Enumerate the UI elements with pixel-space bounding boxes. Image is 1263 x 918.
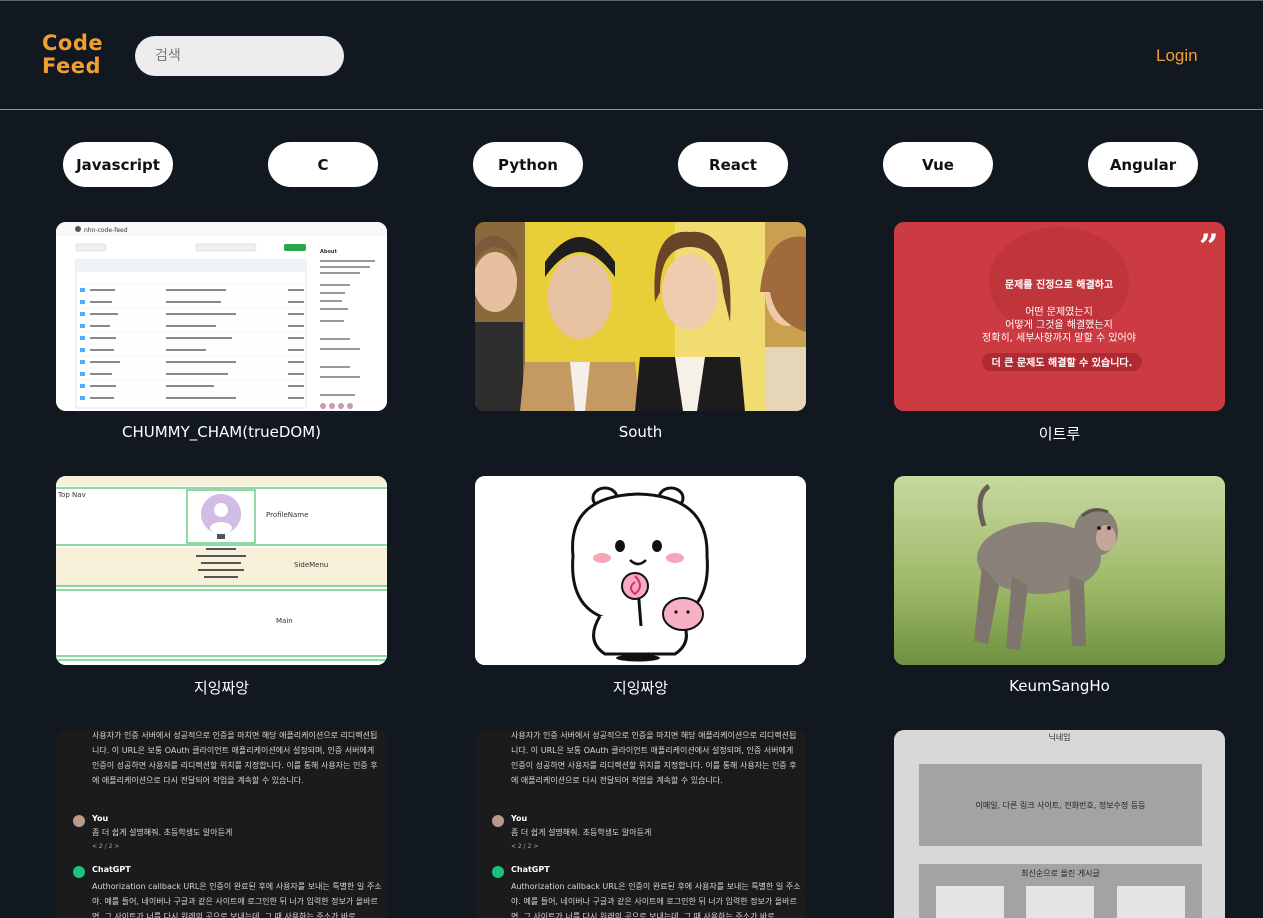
post-author: KeumSangHo: [1009, 677, 1110, 695]
post-card[interactable]: 닉네임 이메일, 다른 링크 사이트, 전화번호, 정보수정 등등 최신순으로 …: [894, 730, 1225, 918]
post-card[interactable]: South: [475, 222, 806, 441]
tag-filter-bar: Javascript C Python React Vue Angular: [0, 142, 1263, 188]
post-thumbnail-quote: ” 문제를 진정으로 해결하고 어떤 문제였는지 어떻게 그것을 해결했는지 정…: [894, 222, 1225, 411]
post-card[interactable]: 사용자가 인증 서버에서 성공적으로 인증을 마치면 해당 애플리케이션으로 리…: [475, 730, 806, 918]
tag-javascript[interactable]: Javascript: [63, 142, 173, 187]
you-message: 좀 더 쉽게 설명해줘. 초등학생도 알아듣게: [511, 828, 652, 837]
profile-layout-image: Top Nav ProfileName SideMenu Main: [56, 476, 387, 665]
quote-line-3: 어떻게 그것을 해결했는지: [1005, 318, 1113, 331]
post-thumbnail-wireframe: Top Nav ProfileName SideMenu Main: [56, 476, 387, 665]
search-input[interactable]: [135, 36, 344, 76]
post-card[interactable]: 지잉짜앙: [475, 476, 806, 698]
tag-python[interactable]: Python: [473, 142, 583, 187]
post-thumbnail-photo: [475, 222, 806, 411]
you-message: 좀 더 쉽게 설명해줘. 초등학생도 알아듣게: [92, 828, 233, 837]
wire-info-box: 이메일, 다른 링크 사이트, 전화번호, 정보수정 등등: [919, 764, 1202, 846]
post-author: 지잉짜앙: [193, 679, 250, 697]
chatgpt-icon: [73, 866, 85, 878]
post-thumbnail-mypage-wire: 닉네임 이메일, 다른 링크 사이트, 전화번호, 정보수정 등등 최신순으로 …: [894, 730, 1225, 918]
quote-line-1: 문제를 진정으로 해결하고: [1005, 278, 1113, 291]
wire-main: Main: [276, 617, 293, 625]
github-screenshot-image: nhn-code-feed About: [56, 222, 387, 411]
logo-line-1: Code: [42, 31, 104, 55]
post-thumbnail-chat: 사용자가 인증 서버에서 성공적으로 인증을 마치면 해당 애플리케이션으로 리…: [475, 730, 806, 918]
wire-top-nav: Top Nav: [57, 491, 86, 499]
quote-line-2: 어떤 문제였는지: [1025, 306, 1093, 318]
user-avatar: [492, 815, 504, 827]
app-header: Code Feed Login: [0, 1, 1263, 110]
chatgpt-icon: [492, 866, 504, 878]
message-pager: < 2 / 2 >: [511, 843, 539, 850]
post-card[interactable]: nhn-code-feed About CHUMMY_CHAM(trueDOM): [56, 222, 387, 441]
chatgpt-label: ChatGPT: [511, 865, 550, 874]
about-heading: About: [320, 249, 337, 255]
wire-recent-label: 최신순으로 올린 게시글: [1021, 869, 1100, 878]
message-pager: < 2 / 2 >: [92, 843, 120, 850]
you-label: You: [92, 814, 109, 823]
chatgpt-label: ChatGPT: [92, 865, 131, 874]
post-card[interactable]: ” 문제를 진정으로 해결하고 어떤 문제였는지 어떻게 그것을 해결했는지 정…: [894, 222, 1225, 444]
post-card[interactable]: Top Nav ProfileName SideMenu Main 지잉짜앙: [56, 476, 387, 698]
post-thumbnail-monkey: [894, 476, 1225, 665]
quote-line-5: 더 큰 문제도 해결할 수 있습니다.: [992, 356, 1133, 369]
chat-answer-text: 사용자가 인증 서버에서 성공적으로 인증을 마치면 해당 애플리케이션으로 리…: [511, 731, 797, 785]
wire-side-menu: SideMenu: [294, 561, 328, 569]
tag-angular[interactable]: Angular: [1088, 142, 1198, 187]
post-thumbnail-cartoon: [475, 476, 806, 665]
repo-name: nhn-code-feed: [84, 227, 128, 234]
quote-mark-icon: ”: [1199, 227, 1219, 267]
post-thumbnail-github: nhn-code-feed About: [56, 222, 387, 411]
wire-recent-item: [1026, 886, 1094, 918]
post-thumbnail-chat: 사용자가 인증 서버에서 성공적으로 인증을 마치면 해당 애플리케이션으로 리…: [56, 730, 387, 918]
logo[interactable]: Code Feed: [42, 32, 103, 78]
wire-profile-name: ProfileName: [266, 511, 308, 519]
post-author: 이트루: [1038, 425, 1081, 443]
chatgpt-message: Authorization callback URL은 인증이 완료된 후에 사…: [511, 882, 801, 918]
monkey-photo-image: [894, 476, 1225, 665]
tag-vue[interactable]: Vue: [883, 142, 993, 187]
wire-recent-item: [936, 886, 1004, 918]
group-photo-image: [475, 222, 806, 411]
wire-nickname: 닉네임: [1048, 733, 1071, 742]
tag-c[interactable]: C: [268, 142, 378, 187]
quote-slide-image: ” 문제를 진정으로 해결하고 어떤 문제였는지 어떻게 그것을 해결했는지 정…: [894, 222, 1225, 411]
logo-line-2: Feed: [42, 54, 102, 78]
post-card[interactable]: 사용자가 인증 서버에서 성공적으로 인증을 마치면 해당 애플리케이션으로 리…: [56, 730, 387, 918]
cartoon-character-image: [475, 476, 806, 665]
post-author: CHUMMY_CHAM(trueDOM): [121, 423, 322, 441]
post-author: South: [618, 423, 663, 441]
chat-answer-text: 사용자가 인증 서버에서 성공적으로 인증을 마치면 해당 애플리케이션으로 리…: [92, 731, 378, 785]
post-card[interactable]: KeumSangHo: [894, 476, 1225, 695]
quote-line-4: 정확히, 세부사항까지 말할 수 있어야: [982, 332, 1136, 344]
login-link[interactable]: Login: [1156, 46, 1198, 66]
you-label: You: [511, 814, 528, 823]
user-avatar: [73, 815, 85, 827]
tag-react[interactable]: React: [678, 142, 788, 187]
wire-recent-item: [1117, 886, 1185, 918]
post-author: 지잉짜앙: [612, 679, 669, 697]
chatgpt-message: Authorization callback URL은 인증이 완료된 후에 사…: [92, 882, 382, 918]
